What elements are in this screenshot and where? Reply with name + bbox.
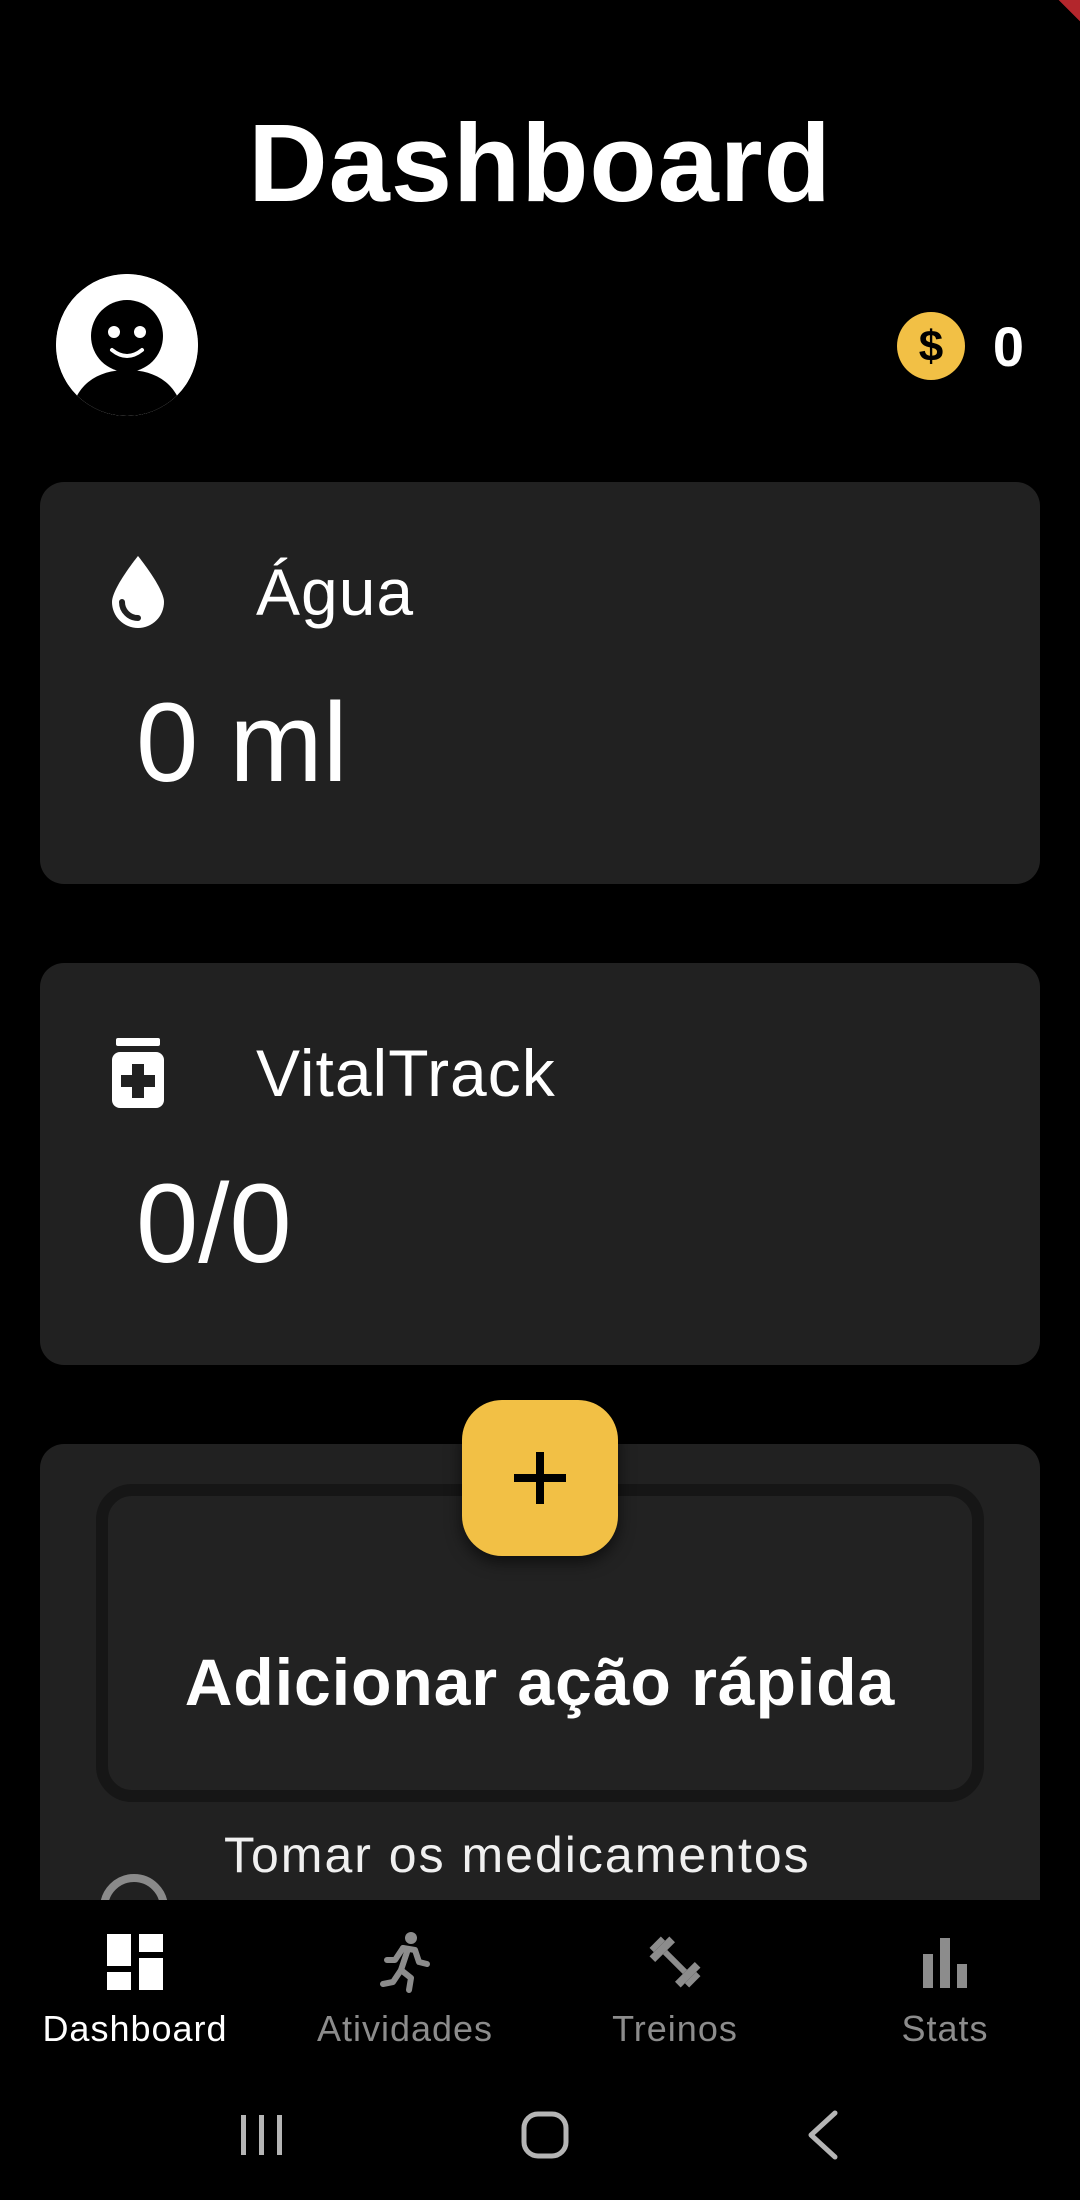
meds-card-value: 0/0 [136,1161,292,1286]
tab-stats[interactable]: Stats [810,1902,1080,2062]
running-icon [380,1932,430,1993]
back-button[interactable] [803,2109,843,2161]
list-item[interactable]: Tomar os medicamentos [100,1826,1040,1900]
water-card-header: Água [98,544,414,640]
tab-stats-label: Stats [901,2008,989,2049]
tab-treinos-label: Treinos [612,2008,738,2049]
add-quick-action-label: Adicionar ação rápida [184,1645,896,1719]
back-icon [808,2110,838,2160]
coin-count: 0 [992,314,1024,378]
face-avatar-icon [56,274,198,416]
meds-card-header: VitalTrack [98,1025,556,1121]
meds-card-title: VitalTrack [256,1036,556,1110]
tab-treinos[interactable]: Treinos [540,1902,810,2062]
tab-atividades[interactable]: Atividades [270,1902,540,2062]
tab-dashboard-label: Dashboard [42,2008,228,2049]
recents-button[interactable] [237,2112,287,2158]
bar-chart-icon [923,1938,967,1988]
home-button[interactable] [520,2110,570,2160]
task-checkbox[interactable] [100,1874,168,1900]
task-label: Tomar os medicamentos [224,1827,811,1883]
bottom-navigation: Dashboard Atividades Treinos Stats [0,1902,1080,2062]
status-corner-indicator [1050,0,1080,30]
add-quick-action-button[interactable] [462,1400,618,1556]
recents-icon [240,2115,282,2155]
water-drop-icon [98,552,178,632]
dollar-coin-icon: $ [896,312,965,380]
dashboard-icon [107,1934,163,1990]
system-navigation-bar [0,2100,1080,2170]
profile-avatar[interactable] [56,274,198,416]
svg-text:$: $ [919,322,943,371]
water-card[interactable]: Água 0 ml [40,482,1040,884]
meds-card[interactable]: VitalTrack 0/0 [40,963,1040,1365]
water-card-title: Água [256,555,415,629]
home-icon [521,2111,569,2159]
water-card-value: 0 ml [136,680,348,805]
plus-icon [514,1452,566,1504]
tab-atividades-label: Atividades [316,2008,494,2049]
coin-balance[interactable]: $ 0 [896,312,1024,380]
dumbbell-icon [649,1936,701,1988]
page-title: Dashboard [248,102,832,225]
medication-icon [98,1033,178,1113]
tab-dashboard[interactable]: Dashboard [0,1902,270,2062]
